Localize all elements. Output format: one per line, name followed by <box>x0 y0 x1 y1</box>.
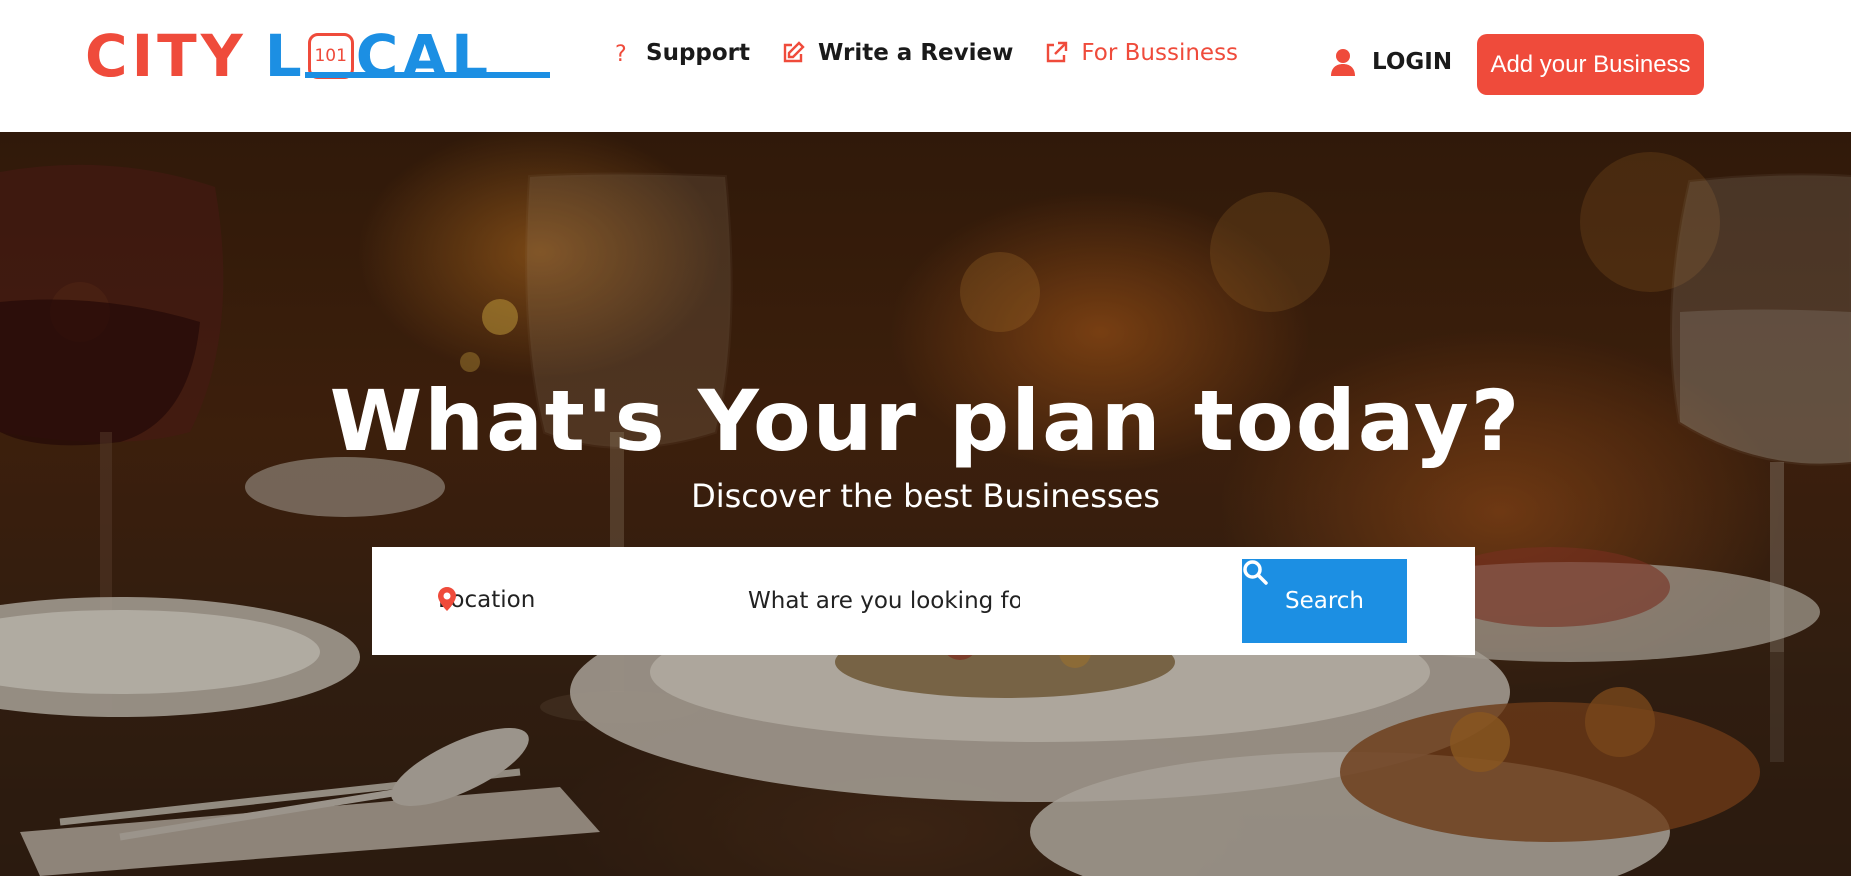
nav-for-business[interactable]: For Bussiness <box>1043 40 1238 66</box>
nav-write-review[interactable]: Write a Review <box>780 40 1013 66</box>
nav-support[interactable]: ? Support <box>608 40 750 66</box>
user-icon <box>1331 49 1355 76</box>
question-icon: ? <box>608 40 634 66</box>
main-nav: ? Support Write a Review For Bussiness <box>608 38 1268 68</box>
search-button[interactable]: Search <box>1242 559 1407 643</box>
login-link[interactable]: LOGIN <box>1330 48 1452 76</box>
add-business-button[interactable]: Add your Business <box>1477 34 1704 95</box>
nav-write-review-label: Write a Review <box>818 40 1014 66</box>
edit-icon <box>780 40 806 66</box>
logo-local-l: L <box>264 22 306 90</box>
location-selector[interactable]: Location <box>438 587 535 613</box>
login-label: LOGIN <box>1372 49 1453 75</box>
search-icon <box>1243 560 1268 585</box>
svg-text:?: ? <box>615 42 627 66</box>
map-pin-icon <box>438 587 456 611</box>
site-header: CITY L 101 CAL ? Support Write a Review <box>0 0 1851 132</box>
nav-support-label: Support <box>646 40 751 66</box>
logo-underline <box>305 72 550 78</box>
search-bar: Location Search <box>372 547 1475 655</box>
search-button-label: Search <box>1284 588 1365 614</box>
hero-subtitle: Discover the best Businesses <box>691 477 1160 515</box>
nav-for-business-label: For Bussiness <box>1081 40 1239 66</box>
hero-section: What's Your plan today? Discover the bes… <box>0 132 1851 876</box>
external-link-icon <box>1043 40 1069 66</box>
hero-title: What's Your plan today? <box>329 372 1522 470</box>
search-input[interactable] <box>748 585 1020 617</box>
logo-city-text: CITY <box>85 22 247 90</box>
